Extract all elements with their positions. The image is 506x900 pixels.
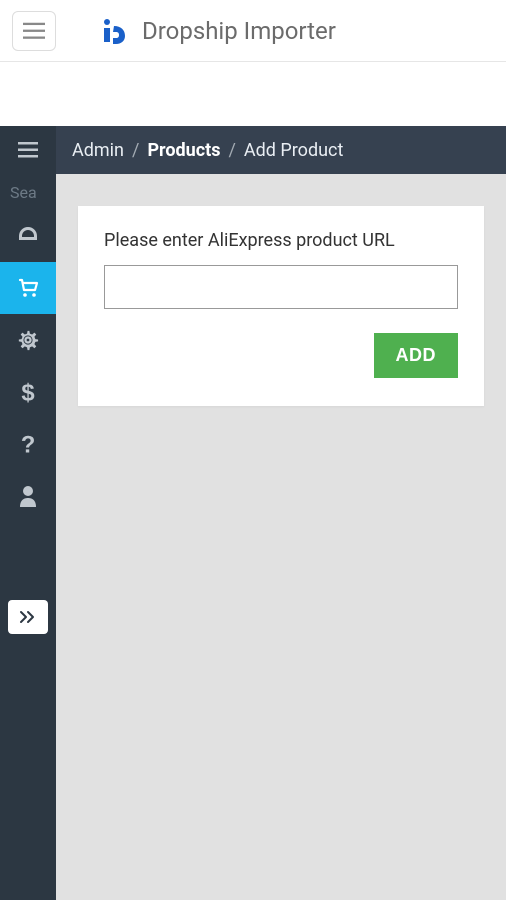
sidebar-item-dashboard[interactable] <box>0 210 56 262</box>
product-url-input[interactable] <box>104 265 458 309</box>
dollar-icon: $ <box>20 379 36 405</box>
content-body: Please enter AliExpress product URL ADD <box>56 174 506 900</box>
sidebar-item-pricing[interactable]: $ <box>0 366 56 418</box>
app-title: Dropship Importer <box>142 17 336 45</box>
header-gap <box>0 62 506 126</box>
main-container: Sea $ <box>0 126 506 900</box>
url-input-label: Please enter AliExpress product URL <box>104 230 458 251</box>
app-logo-icon <box>98 15 130 47</box>
svg-text:$: $ <box>21 380 34 405</box>
sidebar-item-settings[interactable] <box>0 314 56 366</box>
menu-icon <box>18 142 38 158</box>
top-header: Dropship Importer <box>0 0 506 62</box>
breadcrumb-products[interactable]: Products <box>147 140 220 161</box>
add-button[interactable]: ADD <box>374 333 459 378</box>
hamburger-icon <box>23 22 45 40</box>
breadcrumb-sep: / <box>132 140 139 161</box>
breadcrumb: Admin / Products / Add Product <box>56 126 506 174</box>
sidebar-expand-button[interactable] <box>8 600 48 634</box>
add-product-card: Please enter AliExpress product URL ADD <box>78 206 484 406</box>
gauge-icon <box>16 224 40 248</box>
hamburger-button[interactable] <box>12 11 56 51</box>
content-area: Admin / Products / Add Product Please en… <box>56 126 506 900</box>
logo-area: Dropship Importer <box>98 15 336 47</box>
breadcrumb-admin[interactable]: Admin <box>72 140 124 161</box>
sidebar: Sea $ <box>0 126 56 900</box>
question-icon: ? <box>20 431 36 457</box>
sidebar-toggle-button[interactable] <box>0 126 56 174</box>
chevron-double-right-icon <box>19 610 37 624</box>
sidebar-item-products[interactable] <box>0 262 56 314</box>
sidebar-item-help[interactable]: ? <box>0 418 56 470</box>
breadcrumb-add-product: Add Product <box>244 140 343 161</box>
svg-text:?: ? <box>21 432 36 457</box>
sidebar-search-placeholder: Sea <box>10 183 37 202</box>
sidebar-search[interactable]: Sea <box>0 174 56 210</box>
cart-icon <box>16 276 40 300</box>
gear-icon <box>17 329 39 351</box>
sidebar-item-account[interactable] <box>0 470 56 522</box>
breadcrumb-sep: / <box>228 140 235 161</box>
user-icon <box>18 485 38 507</box>
